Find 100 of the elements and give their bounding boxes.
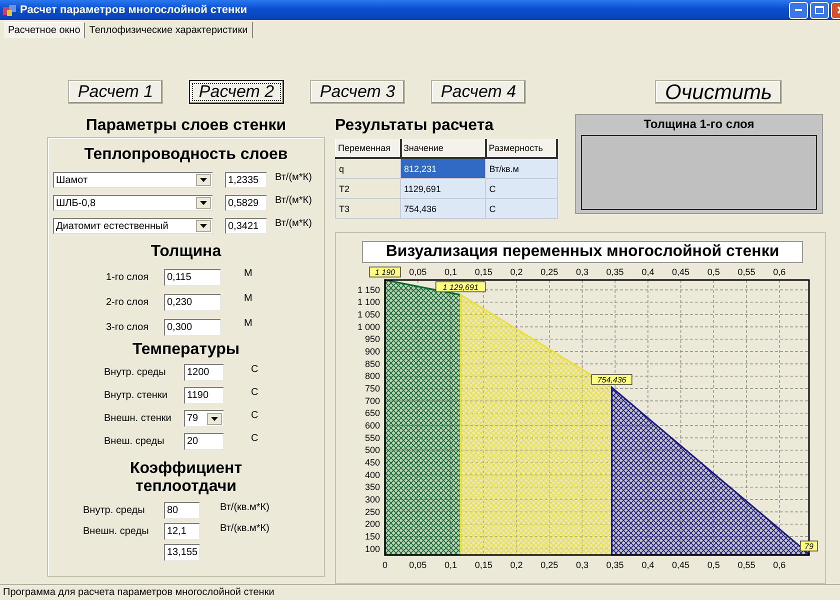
- tick-label: 950: [364, 334, 380, 344]
- tick-label: 0,35: [606, 560, 624, 570]
- tick-label: 1 050: [357, 310, 380, 320]
- input-field[interactable]: 12,1: [164, 523, 200, 540]
- material-dropdown[interactable]: Шамот: [53, 172, 213, 188]
- tick-label: 0,55: [738, 267, 756, 277]
- tick-label: 800: [364, 371, 380, 382]
- value-label: 79: [800, 540, 818, 552]
- calculate-button[interactable]: Расчет 4: [431, 80, 526, 104]
- tick-label: 400: [364, 470, 380, 480]
- tick-label: 1 150: [357, 284, 380, 295]
- chart-title: Визуализация переменных многослойной стенки: [362, 241, 803, 263]
- field-label: 1-го слоя: [106, 272, 150, 282]
- table-cell[interactable]: 812,231: [400, 158, 486, 178]
- table-cell[interactable]: T3: [336, 198, 400, 218]
- unit-label: М: [244, 268, 252, 279]
- input-field[interactable]: 0,300: [164, 318, 221, 336]
- tick-label: 0,3: [576, 560, 588, 570]
- input-field[interactable]: 0,5829: [225, 195, 267, 211]
- tick-label: 450: [364, 458, 380, 468]
- temperature-dropdown[interactable]: 79: [184, 410, 224, 427]
- table-cell[interactable]: С: [486, 198, 557, 218]
- input-field[interactable]: 80: [164, 502, 200, 519]
- input-field[interactable]: 1190: [184, 387, 224, 404]
- tick-label: 550: [364, 432, 380, 443]
- calculate-button[interactable]: Расчет 3: [310, 80, 405, 104]
- maximize-button[interactable]: [810, 2, 829, 18]
- tick-label: 1 100: [357, 297, 380, 308]
- unit-label: Вт/(м*К): [275, 172, 312, 183]
- input-field[interactable]: 0,3421: [225, 218, 267, 234]
- tick-label: 300: [364, 494, 380, 504]
- tick-label: 700: [364, 396, 380, 406]
- tick-label: 900: [364, 346, 380, 357]
- material-dropdown[interactable]: Диатомит естественный: [53, 218, 213, 234]
- field-label: Внеш. среды: [104, 436, 166, 447]
- tick-label: 0: [382, 560, 388, 570]
- tick-label: 0,15: [474, 560, 492, 570]
- unit-label: Вт/(кв.м*К): [220, 523, 270, 534]
- tick-label: 350: [364, 482, 380, 492]
- unit-label: С: [251, 433, 258, 444]
- caret-icon: [211, 416, 218, 420]
- tick-label: 0,1: [444, 267, 457, 277]
- tick-label: 0,05: [409, 560, 427, 570]
- section-title: Толщина: [150, 242, 222, 262]
- unit-label: Вт/(кв.м*К): [220, 502, 270, 513]
- column-header: Значение: [400, 139, 486, 158]
- value-label: 1 129,691: [436, 281, 486, 292]
- app-icon: [3, 4, 16, 16]
- tab[interactable]: Расчетное окно: [4, 22, 86, 38]
- table-cell[interactable]: С: [486, 178, 557, 198]
- table-cell[interactable]: T2: [336, 178, 400, 198]
- status-bar: Программа для расчета параметров многослойной стенки: [0, 584, 840, 600]
- section-title: Коэффициент теплоотдачи: [128, 460, 244, 496]
- tick-label: 100: [364, 544, 380, 554]
- calculate-button[interactable]: Расчет 1: [68, 80, 163, 104]
- section-title: Теплопроводность слоев: [83, 145, 289, 165]
- tick-label: 0,15: [474, 267, 492, 277]
- minimize-icon: [795, 9, 802, 11]
- table-cell[interactable]: 1129,691: [400, 178, 486, 198]
- tick-label: 250: [364, 506, 380, 517]
- tick-label: 0,05: [409, 267, 427, 277]
- caret-icon: [200, 201, 207, 205]
- tick-label: 0,2: [510, 267, 523, 277]
- tick-label: 0,45: [672, 267, 690, 277]
- table-cell[interactable]: Вт/кв.м: [486, 158, 557, 178]
- input-field[interactable]: 0,115: [164, 268, 221, 286]
- input-field[interactable]: 1,2335: [225, 172, 267, 188]
- window-title: Расчет параметров многослойной стенки: [20, 4, 248, 16]
- value-label: 1 190: [369, 266, 401, 278]
- tick-label: 0,55: [738, 560, 756, 570]
- input-field[interactable]: 13,155: [164, 544, 200, 561]
- minimize-button[interactable]: [789, 2, 808, 18]
- tick-label: 0,2: [510, 560, 523, 570]
- annotation: 754,436: [597, 376, 627, 385]
- caret-icon: [200, 178, 207, 182]
- tick-label: 0,6: [773, 267, 786, 277]
- unit-label: М: [244, 293, 252, 304]
- input-field[interactable]: 20: [184, 433, 224, 450]
- input-field[interactable]: 1200: [184, 364, 224, 381]
- tick-label: 750: [364, 384, 380, 394]
- clear-button[interactable]: Очистить: [655, 80, 782, 104]
- table-cell[interactable]: q: [336, 158, 400, 178]
- annotation: 79: [804, 542, 814, 552]
- calculate-button[interactable]: Расчет 2: [189, 80, 284, 104]
- caret-icon: [200, 224, 207, 228]
- tick-label: 0,25: [540, 560, 558, 570]
- material-dropdown[interactable]: ШЛБ-0,8: [53, 195, 213, 211]
- field-label: Внешн. среды: [83, 526, 150, 537]
- tick-label: 0,35: [606, 267, 624, 277]
- tick-label: 0,5: [707, 267, 720, 277]
- field-label: Внутр. среды: [83, 505, 146, 516]
- tick-label: 650: [364, 408, 380, 418]
- tick-label: 0,45: [672, 560, 690, 570]
- tick-label: 0,6: [773, 560, 786, 570]
- table-cell[interactable]: 754,436: [400, 198, 486, 218]
- maximize-icon: [815, 6, 824, 14]
- input-field[interactable]: 0,230: [164, 294, 221, 310]
- field-label: 2-го слоя: [106, 296, 150, 308]
- tick-label: 0,5: [707, 560, 720, 570]
- tick-label: 0,25: [540, 267, 558, 277]
